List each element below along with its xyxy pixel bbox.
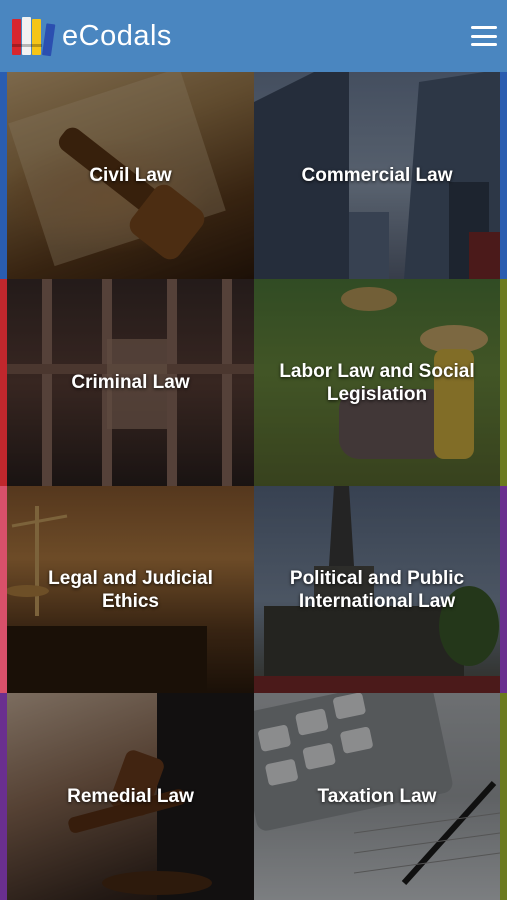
tile-label: Commercial Law — [301, 165, 453, 186]
tile-label: Taxation Law — [317, 786, 437, 807]
tile-legal-ethics[interactable]: Legal and Judicial Ethics — [7, 486, 254, 693]
edge-strip — [500, 693, 507, 900]
tile-label: Criminal Law — [71, 372, 190, 393]
edge-strip — [500, 72, 507, 279]
tile-commercial-law[interactable]: Commercial Law — [254, 72, 500, 279]
tile-labor-law[interactable]: Labor Law and Social Legislation — [254, 279, 500, 486]
edge-strip — [500, 279, 507, 486]
tile-taxation-law[interactable]: Taxation Law — [254, 693, 500, 900]
app-title: eCodals — [62, 19, 172, 52]
edge-strip — [0, 486, 7, 693]
tile-label: Labor Law and Social Legislation — [279, 360, 475, 405]
edge-strip — [500, 486, 507, 693]
tile-civil-law[interactable]: Civil Law — [7, 72, 254, 279]
category-grid: Civil Law Commercial Law Criminal Law La… — [0, 72, 507, 900]
tile-remedial-law[interactable]: Remedial Law — [7, 693, 254, 900]
app-header: eCodals — [0, 0, 507, 72]
tile-label: Legal and Judicial Ethics — [48, 567, 213, 612]
edge-strip — [0, 693, 7, 900]
app-logo-icon — [12, 17, 56, 57]
edge-strip — [0, 72, 7, 279]
tile-label: Civil Law — [89, 165, 172, 186]
tile-political-law[interactable]: Political and Public International Law — [254, 486, 500, 693]
hamburger-menu-icon[interactable] — [469, 21, 499, 51]
edge-strip — [0, 279, 7, 486]
tile-label: Political and Public International Law — [289, 567, 465, 612]
tile-label: Remedial Law — [67, 786, 194, 807]
tile-criminal-law[interactable]: Criminal Law — [7, 279, 254, 486]
